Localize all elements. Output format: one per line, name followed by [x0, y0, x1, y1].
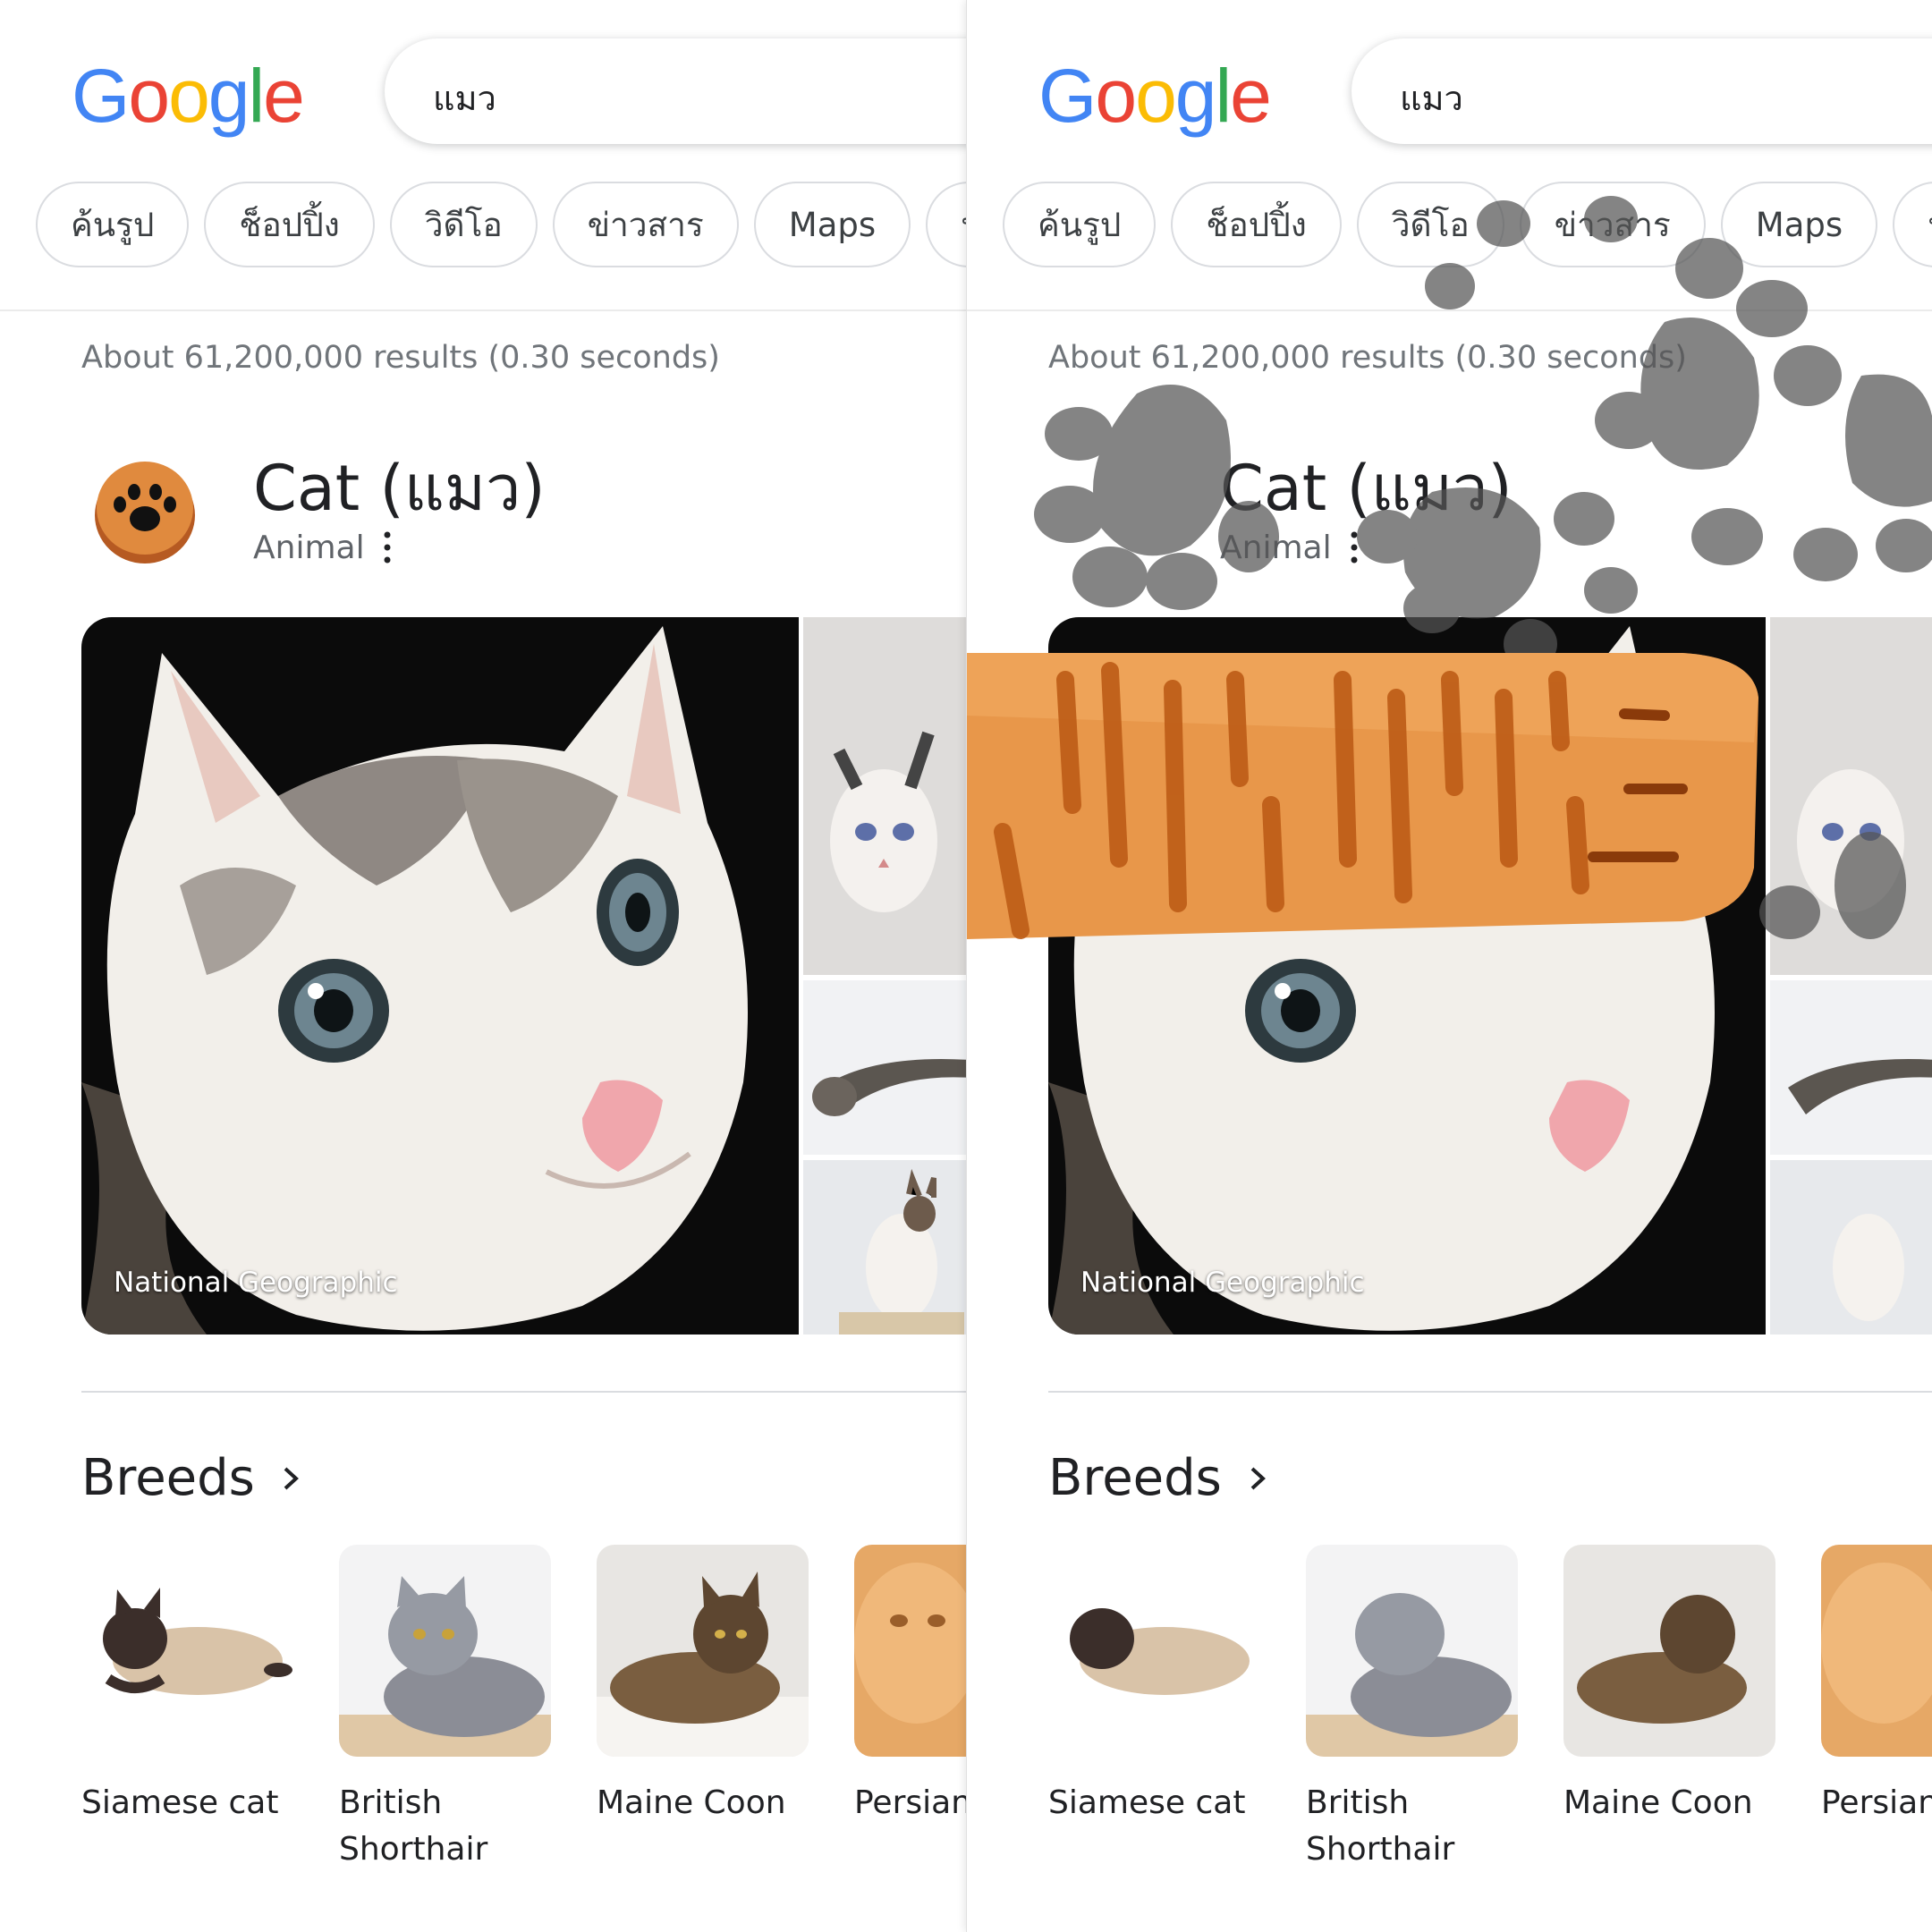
- kp-title: Cat (แมว): [253, 452, 546, 525]
- breed-card-siamese[interactable]: Siamese cat: [1048, 1545, 1260, 1826]
- chip-videos[interactable]: วิดีโอ: [1356, 182, 1504, 267]
- breed-name: Siamese cat: [1048, 1784, 1246, 1821]
- chip-images[interactable]: ค้นรูป: [1003, 182, 1157, 267]
- kp-subtitle: Animal: [253, 530, 365, 566]
- search-input[interactable]: แมว: [1352, 38, 1932, 144]
- cat-main-image[interactable]: National Geographic: [1048, 617, 1766, 1335]
- divider: [1048, 1391, 1932, 1393]
- more-vert-icon[interactable]: [374, 526, 401, 569]
- logo-letter: G: [1038, 54, 1097, 138]
- breed-image: [81, 1545, 293, 1757]
- breeds-header[interactable]: Breeds: [1048, 1449, 1270, 1507]
- cat-photo: [1048, 617, 1766, 1335]
- breed-card-maine-coon[interactable]: Maine Coon: [1563, 1545, 1775, 1826]
- breed-name: Persian: [1821, 1784, 1932, 1821]
- panel-left: Google แมว ค้นรูป ช็อปปิ้ง วิดีโอ ข่าวสา…: [0, 0, 966, 1932]
- breeds-title: Breeds: [1048, 1449, 1222, 1507]
- google-logo[interactable]: Google: [1038, 54, 1272, 138]
- breed-card-persian[interactable]: Persian: [1821, 1545, 1932, 1826]
- chip-shopping[interactable]: ช็อปปิ้ง: [1171, 182, 1342, 267]
- cat-photo: [81, 617, 799, 1335]
- chip-news[interactable]: ข่าวสาร: [552, 182, 739, 267]
- chip-maps[interactable]: Maps: [753, 182, 911, 267]
- breed-name: Maine Coon: [597, 1784, 786, 1821]
- search-input[interactable]: แมว: [385, 38, 966, 144]
- logo-letter: o: [168, 54, 210, 138]
- breed-card-persian[interactable]: Persian: [854, 1545, 966, 1826]
- cat-thumbnail[interactable]: [803, 617, 966, 975]
- chip-more[interactable]: น่า รู้: [926, 182, 966, 267]
- chip-images[interactable]: ค้นรูป: [36, 182, 190, 267]
- search-chips: ค้นรูป ช็อปปิ้ง วิดีโอ ข่าวสาร Maps น่า …: [36, 182, 966, 267]
- image-caption: National Geographic: [1080, 1267, 1365, 1299]
- chip-videos[interactable]: วิดีโอ: [389, 182, 538, 267]
- results-stats: About 61,200,000 results (0.30 seconds): [81, 340, 720, 376]
- kp-subtitle: Animal: [1220, 530, 1332, 566]
- cat-thumbnail[interactable]: [803, 980, 966, 1155]
- breed-image: [1821, 1545, 1932, 1757]
- breed-name: British Shorthair: [339, 1784, 488, 1868]
- chevron-right-icon: [284, 1467, 299, 1489]
- divider: [0, 309, 966, 311]
- logo-letter: e: [263, 54, 305, 138]
- logo-letter: o: [128, 54, 170, 138]
- breed-name: Maine Coon: [1563, 1784, 1753, 1821]
- breed-card-british-shorthair[interactable]: British Shorthair: [1306, 1545, 1518, 1873]
- google-logo[interactable]: Google: [72, 54, 305, 138]
- breed-card-maine-coon[interactable]: Maine Coon: [597, 1545, 809, 1826]
- cat-thumbnail[interactable]: [1770, 1160, 1932, 1335]
- breed-name: Siamese cat: [81, 1784, 279, 1821]
- breed-image: [597, 1545, 809, 1757]
- image-caption: National Geographic: [114, 1267, 398, 1299]
- logo-letter: g: [1174, 54, 1217, 138]
- breed-card-siamese[interactable]: Siamese cat: [81, 1545, 293, 1826]
- breed-image: [339, 1545, 551, 1757]
- more-vert-icon[interactable]: [1341, 526, 1368, 569]
- breeds-title: Breeds: [81, 1449, 255, 1507]
- cat-thumbnail[interactable]: [1770, 980, 1932, 1155]
- logo-letter: G: [72, 54, 130, 138]
- search-query: แมว: [433, 79, 496, 118]
- search-chips: ค้นรูป ช็อปปิ้ง วิดีโอ ข่าวสาร Maps น่า: [1003, 182, 1932, 267]
- results-stats: About 61,200,000 results (0.30 seconds): [1048, 340, 1687, 376]
- panel-right: Google แมว ค้นรูป ช็อปปิ้ง วิดีโอ ข่าวสา…: [966, 0, 1932, 1932]
- breed-image: [1306, 1545, 1518, 1757]
- logo-letter: l: [248, 54, 266, 138]
- chevron-right-icon: [1250, 1467, 1266, 1489]
- logo-letter: g: [208, 54, 250, 138]
- cat-main-image[interactable]: National Geographic: [81, 617, 799, 1335]
- search-query: แมว: [1400, 79, 1463, 118]
- chip-more[interactable]: น่า: [1893, 182, 1932, 267]
- logo-letter: o: [1095, 54, 1137, 138]
- breeds-header[interactable]: Breeds: [81, 1449, 303, 1507]
- chip-news[interactable]: ข่าวสาร: [1519, 182, 1706, 267]
- breed-image: [1563, 1545, 1775, 1757]
- divider: [967, 309, 1932, 311]
- kp-title: Cat (แมว): [1220, 452, 1513, 525]
- breed-card-british-shorthair[interactable]: British Shorthair: [339, 1545, 551, 1873]
- logo-letter: l: [1215, 54, 1233, 138]
- breed-name: British Shorthair: [1306, 1784, 1455, 1868]
- logo-letter: o: [1135, 54, 1177, 138]
- cat-thumbnail[interactable]: [1770, 617, 1932, 975]
- chip-maps[interactable]: Maps: [1720, 182, 1878, 267]
- paw-icon: [95, 462, 195, 564]
- breed-name: Persian: [854, 1784, 966, 1821]
- breed-image: [854, 1545, 966, 1757]
- cat-thumbnail[interactable]: [803, 1160, 966, 1335]
- divider: [81, 1391, 966, 1393]
- breed-image: [1048, 1545, 1260, 1757]
- chip-shopping[interactable]: ช็อปปิ้ง: [204, 182, 375, 267]
- logo-letter: e: [1230, 54, 1272, 138]
